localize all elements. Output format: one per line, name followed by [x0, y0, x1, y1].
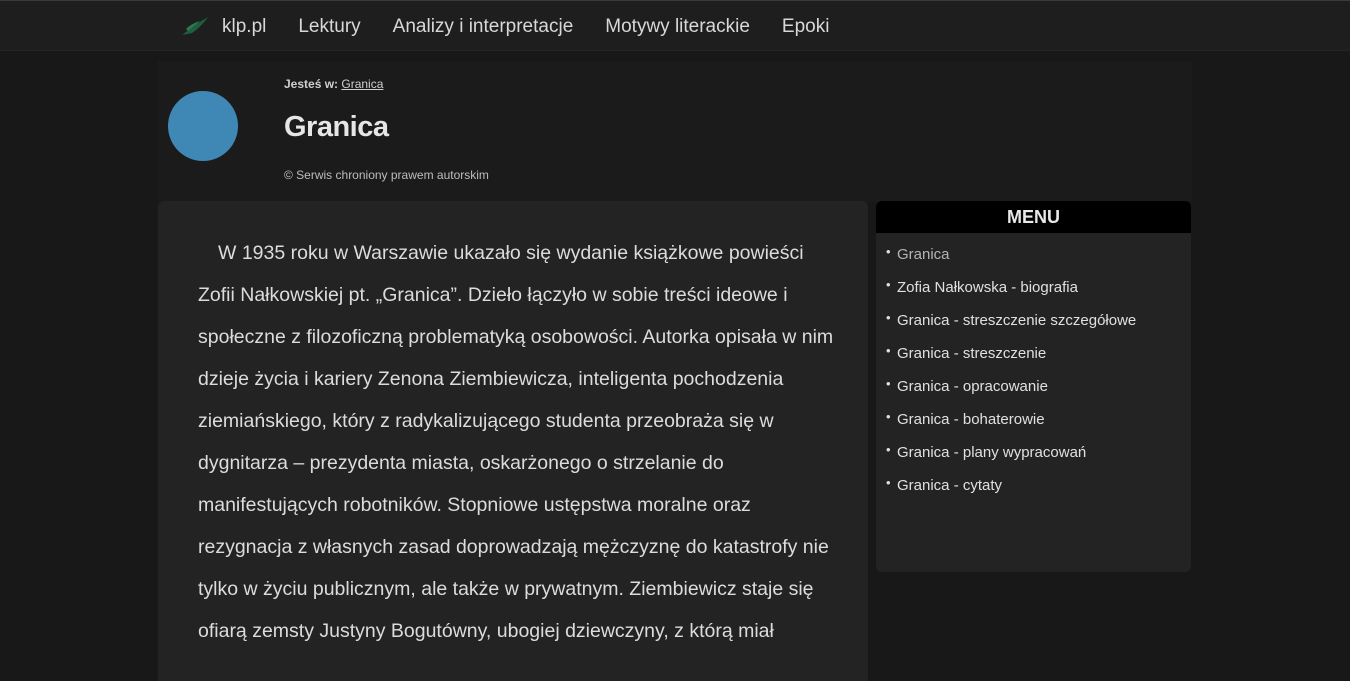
- breadcrumb: Jesteś w: Granica: [284, 77, 383, 91]
- breadcrumb-label: Jesteś w:: [284, 77, 339, 91]
- menu-list: • Granica • Zofia Nałkowska - biografia …: [876, 233, 1191, 509]
- menu-item-streszczenie-szczegolowe[interactable]: • Granica - streszczenie szczegółowe: [886, 310, 1191, 344]
- copyright-notice: © Serwis chroniony prawem autorskim: [284, 168, 489, 182]
- menu-item-biografia[interactable]: • Zofia Nałkowska - biografia: [886, 277, 1191, 311]
- bullet-icon: •: [886, 277, 891, 292]
- menu-item-label: Granica - cytaty: [897, 477, 1003, 494]
- menu-item-label: Granica - opracowanie: [897, 378, 1048, 395]
- article-paragraph: W 1935 roku w Warszawie ukazało się wyda…: [198, 242, 834, 642]
- top-navigation-bar: klp.pl Lektury Analizy i interpretacje M…: [0, 0, 1350, 51]
- nav-brand-link[interactable]: klp.pl: [222, 16, 266, 38]
- bullet-icon: •: [886, 343, 891, 358]
- menu-item-streszczenie[interactable]: • Granica - streszczenie: [886, 343, 1191, 377]
- nav-link-analizy[interactable]: Analizy i interpretacje: [393, 16, 574, 38]
- menu-item-label: Granica - bohaterowie: [897, 411, 1045, 428]
- sidebar-menu: MENU • Granica • Zofia Nałkowska - biogr…: [876, 201, 1191, 572]
- bullet-icon: •: [886, 409, 891, 424]
- avatar: [168, 91, 238, 161]
- nav-link-motywy[interactable]: Motywy literackie: [605, 16, 750, 38]
- menu-item-label: Granica - plany wypracowań: [897, 444, 1087, 461]
- bullet-icon: •: [886, 376, 891, 391]
- bullet-icon: •: [886, 475, 891, 490]
- nav-inner: klp.pl Lektury Analizy i interpretacje M…: [178, 1, 861, 52]
- bullet-icon: •: [886, 310, 891, 325]
- bullet-icon: •: [886, 442, 891, 457]
- bird-logo-icon[interactable]: [178, 10, 212, 44]
- menu-item-cytaty[interactable]: • Granica - cytaty: [886, 475, 1191, 509]
- menu-item-label: Zofia Nałkowska - biografia: [897, 279, 1078, 296]
- menu-item-bohaterowie[interactable]: • Granica - bohaterowie: [886, 409, 1191, 443]
- nav-link-lektury[interactable]: Lektury: [298, 16, 360, 38]
- menu-title: MENU: [876, 201, 1191, 233]
- menu-item-opracowanie[interactable]: • Granica - opracowanie: [886, 376, 1191, 410]
- menu-item-label: Granica - streszczenie szczegółowe: [897, 312, 1137, 329]
- breadcrumb-link-granica[interactable]: Granica: [341, 77, 383, 91]
- page-title: Granica: [284, 111, 389, 143]
- menu-item-label: Granica: [897, 246, 950, 263]
- menu-item-granica[interactable]: • Granica: [886, 244, 1191, 278]
- nav-link-epoki[interactable]: Epoki: [782, 16, 830, 38]
- menu-item-label: Granica - streszczenie: [897, 345, 1047, 362]
- page-header: Jesteś w: Granica Granica © Serwis chron…: [158, 61, 1192, 201]
- article-content: W 1935 roku w Warszawie ukazało się wyda…: [158, 201, 868, 681]
- menu-item-plany-wypracowan[interactable]: • Granica - plany wypracowań: [886, 442, 1191, 476]
- bullet-icon: •: [886, 244, 891, 259]
